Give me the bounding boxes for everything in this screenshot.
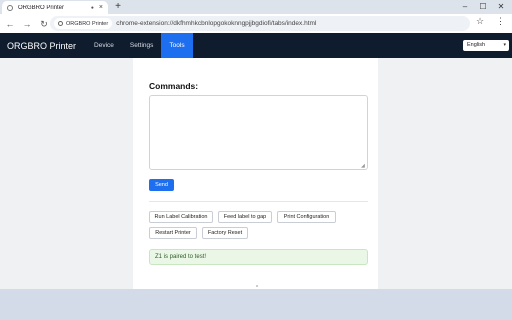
run-label-calibration-button[interactable]: Run Label Calibration	[149, 211, 213, 223]
chevron-down-icon: ▾	[503, 42, 506, 48]
tab-title: ORGBRO Printer	[18, 4, 65, 11]
nav-device[interactable]: Device	[86, 33, 122, 58]
language-value: English	[467, 42, 486, 48]
restart-printer-button[interactable]: Restart Printer	[149, 227, 197, 239]
resize-handle-icon[interactable]: ◢	[361, 163, 365, 169]
commands-label: Commands:	[149, 81, 199, 91]
site-chip[interactable]: ORGBRO Printer	[54, 18, 113, 29]
bottom-dock	[0, 289, 512, 320]
new-tab-button[interactable]: +	[112, 1, 124, 13]
commands-input[interactable]	[149, 95, 368, 170]
bookmark-star-icon[interactable]: ☆	[476, 16, 484, 27]
back-button[interactable]: ←	[3, 17, 17, 31]
tools-card: Commands: ◢ Send Run Label Calibration F…	[133, 58, 378, 289]
app-header: ORGBRO Printer Device Settings Tools	[0, 33, 512, 58]
minimize-button[interactable]: –	[458, 0, 472, 14]
dock-handle-icon[interactable]: ^	[254, 286, 260, 291]
address-bar[interactable]: ORGBRO Printer chrome-extension://dkfhmh…	[50, 16, 470, 31]
browser-tab[interactable]: ORGBRO Printer ● ×	[2, 1, 108, 14]
browser-menu-icon[interactable]: ⋮	[496, 16, 505, 27]
maximize-button[interactable]: ☐	[476, 0, 490, 14]
nav-settings[interactable]: Settings	[122, 33, 162, 58]
divider	[149, 201, 368, 202]
nav-tools[interactable]: Tools	[161, 33, 193, 58]
browser-toolbar: ← → ↻ ORGBRO Printer chrome-extension://…	[0, 14, 512, 33]
extension-icon	[58, 21, 63, 26]
url-text: chrome-extension://dkfhmhkcbnlopgokoknng…	[116, 20, 317, 27]
globe-icon	[7, 4, 13, 11]
browser-tab-strip: ORGBRO Printer ● × + – ☐ ✕	[0, 0, 512, 14]
factory-reset-button[interactable]: Factory Reset	[202, 227, 248, 239]
site-chip-label: ORGBRO Printer	[66, 20, 109, 27]
language-select[interactable]: English ▾	[463, 40, 509, 51]
send-button[interactable]: Send	[149, 179, 174, 191]
speaker-icon[interactable]: ●	[91, 5, 94, 11]
close-window-button[interactable]: ✕	[494, 0, 508, 14]
page-background: Commands: ◢ Send Run Label Calibration F…	[0, 58, 512, 289]
status-alert: Z1 is paired to test!	[149, 249, 368, 265]
feed-label-to-gap-button[interactable]: Feed label to gap	[218, 211, 272, 223]
close-tab-icon[interactable]: ×	[99, 4, 103, 11]
print-configuration-button[interactable]: Print Configuration	[277, 211, 336, 223]
forward-button[interactable]: →	[20, 17, 34, 31]
reload-button[interactable]: ↻	[37, 17, 51, 31]
app-brand: ORGBRO Printer	[7, 40, 77, 51]
